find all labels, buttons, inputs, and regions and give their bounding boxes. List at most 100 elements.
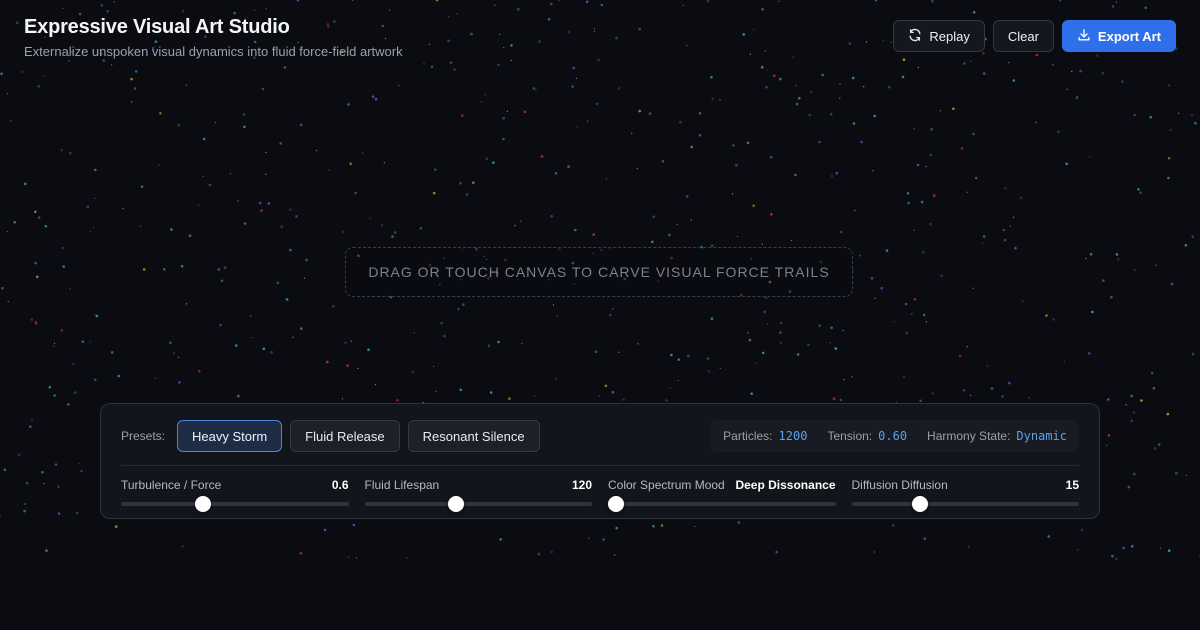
slider-value: Deep Dissonance (735, 478, 836, 492)
particle (567, 165, 570, 168)
particle (732, 144, 735, 147)
slider-label: Diffusion Diffusion (851, 478, 948, 492)
download-icon (1077, 28, 1091, 45)
particle (398, 84, 400, 86)
slider-track[interactable] (364, 496, 592, 512)
particle (706, 0, 710, 3)
particle (1071, 70, 1073, 72)
tension-label: Tension: (827, 429, 873, 443)
slider-group: Turbulence / Force 0.6 Fluid Lifespan 12… (121, 478, 1079, 512)
particle (43, 482, 45, 485)
particle (670, 353, 673, 357)
particle (710, 75, 713, 79)
particle (17, 453, 21, 457)
particle (1191, 235, 1194, 238)
particle (523, 110, 527, 114)
particle (930, 127, 933, 131)
particle (661, 159, 665, 163)
particle (890, 41, 892, 44)
particle (761, 65, 764, 69)
page-title: Expressive Visual Art Studio (24, 16, 290, 38)
particle (453, 68, 456, 71)
particle (572, 66, 576, 70)
particle (1107, 398, 1110, 401)
particle (69, 288, 71, 290)
export-art-button[interactable]: Export Art (1061, 20, 1176, 52)
particle (37, 85, 41, 88)
particle (456, 13, 458, 15)
particle (472, 181, 475, 184)
particle (114, 525, 118, 528)
slider-thumb[interactable] (911, 496, 928, 512)
particle (388, 9, 390, 11)
particle (459, 182, 462, 185)
preset-resonant-silence[interactable]: Resonant Silence (407, 420, 540, 452)
particle (968, 546, 970, 548)
particle (1001, 395, 1004, 398)
particle (10, 120, 12, 122)
clear-button[interactable]: Clear (992, 20, 1054, 52)
particle (618, 351, 620, 353)
particle (185, 303, 188, 305)
particle (276, 281, 280, 285)
particle (332, 304, 335, 308)
particle (594, 30, 596, 32)
particle (742, 33, 746, 36)
slider-label: Color Spectrum Mood (608, 478, 725, 492)
particle (280, 225, 284, 228)
particle (986, 365, 989, 367)
particle (795, 84, 797, 87)
particle (761, 351, 765, 355)
slider-track[interactable] (608, 496, 836, 512)
particle (48, 385, 52, 389)
particle (62, 265, 65, 268)
particle (830, 174, 834, 178)
export-label: Export Art (1097, 28, 1161, 44)
turbulence-slider: Turbulence / Force 0.6 (121, 478, 349, 512)
particle (711, 97, 714, 101)
particle (1035, 53, 1039, 57)
particle (574, 228, 577, 232)
particle (349, 162, 352, 165)
particle (911, 313, 913, 315)
particle (839, 83, 841, 85)
particle (576, 126, 578, 128)
particle (380, 224, 384, 227)
particle (761, 243, 764, 245)
particle (1178, 112, 1180, 114)
particle (461, 114, 464, 117)
particle (139, 225, 142, 227)
particle (615, 526, 618, 530)
particle (851, 376, 853, 378)
control-panel: Presets: Heavy Storm Fluid Release Reson… (100, 403, 1100, 519)
particle (520, 220, 522, 222)
particle (7, 300, 9, 303)
slider-track[interactable] (851, 496, 1079, 512)
slider-thumb[interactable] (608, 496, 624, 512)
replay-button[interactable]: Replay (893, 20, 985, 52)
particle (602, 538, 605, 541)
particle (904, 302, 908, 306)
particle (747, 332, 749, 334)
particle (990, 387, 994, 390)
particle (93, 378, 97, 382)
preset-heavy-storm[interactable]: Heavy Storm (177, 420, 283, 452)
particle (413, 332, 415, 334)
particle (1085, 257, 1087, 260)
particle (25, 481, 29, 485)
particle (23, 509, 26, 513)
particle (89, 230, 91, 233)
particle (1130, 394, 1133, 398)
slider-thumb[interactable] (447, 496, 464, 512)
particle (67, 403, 70, 406)
stat-particles: Particles: 1200 (723, 429, 807, 443)
particle (173, 352, 175, 354)
particle (1144, 6, 1147, 10)
preset-fluid-release[interactable]: Fluid Release (290, 420, 400, 452)
particle (753, 28, 755, 31)
particle-canvas[interactable] (0, 0, 1200, 630)
slider-thumb[interactable] (194, 496, 211, 512)
particle (767, 69, 769, 71)
slider-track[interactable] (121, 496, 349, 512)
particle (251, 336, 253, 339)
